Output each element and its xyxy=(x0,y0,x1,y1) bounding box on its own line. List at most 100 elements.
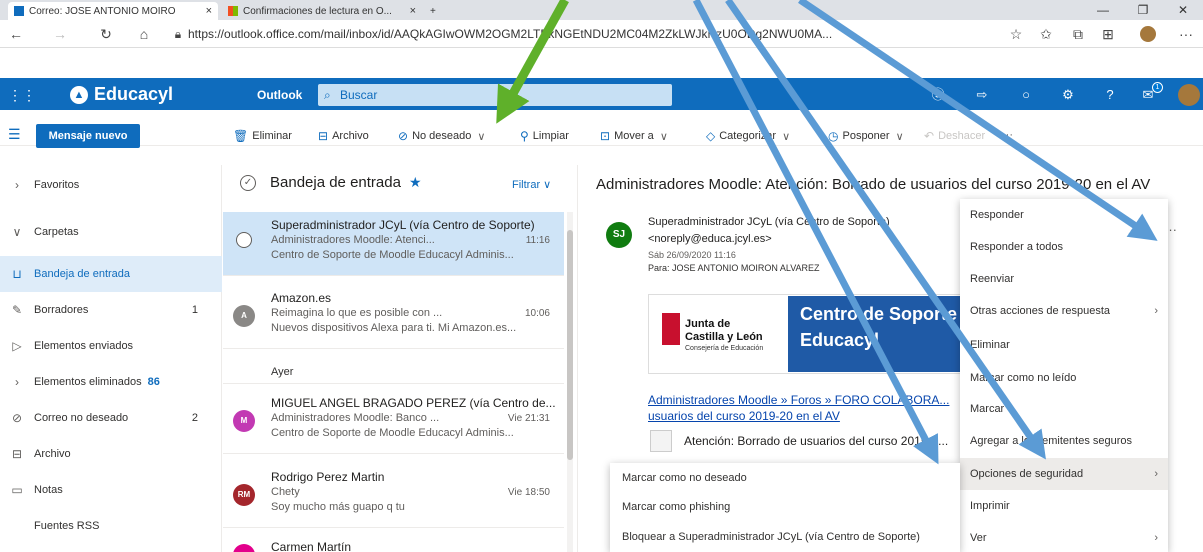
delete-button[interactable]: 🗑︎ Eliminar xyxy=(233,129,292,143)
chevron-down-icon: ∨ xyxy=(659,130,668,143)
day-group-header: Ayer xyxy=(223,360,564,384)
sidebar-item-archivo[interactable]: ⊟ Archivo xyxy=(0,436,222,472)
sender-avatar xyxy=(233,544,255,552)
menu-item-marcar-no-deseado[interactable]: Marcar como no deseado xyxy=(610,463,960,493)
close-tab-icon[interactable]: × xyxy=(206,5,212,17)
select-radio[interactable] xyxy=(236,232,252,248)
extensions-icon[interactable]: ⊞ xyxy=(1098,24,1118,44)
gear-icon[interactable]: ⚙ xyxy=(1058,86,1078,104)
banner-title: Centro de Soporte xyxy=(800,304,958,324)
menu-item-marcar[interactable]: Marcar xyxy=(960,393,1168,425)
message-time: Vie 21:31 xyxy=(507,413,550,424)
banner-org: Castilla y León xyxy=(685,331,763,343)
list-header: Bandeja de entrada ★ xyxy=(270,174,422,191)
sidebar-item-borradores[interactable]: ✎ Borradores 1 xyxy=(0,292,222,328)
sidebar-item-label: Bandeja de entrada xyxy=(34,268,131,280)
menu-item-eliminar[interactable]: Eliminar xyxy=(960,329,1168,361)
close-tab-icon[interactable]: × xyxy=(410,5,416,17)
sidebar-item-label: Carpetas xyxy=(34,226,79,238)
menu-item-responder-a-todos[interactable]: Responder a todos xyxy=(960,231,1168,263)
bell-icon[interactable]: ○ xyxy=(1016,86,1036,104)
app-launcher-icon[interactable]: ⋮⋮ xyxy=(8,86,36,104)
menu-item-bloquear[interactable]: Bloquear a Superadministrador JCyL (vía … xyxy=(610,522,960,552)
favorite-star-icon[interactable]: ★ xyxy=(409,174,422,191)
browser-menu-icon[interactable]: ··· xyxy=(1176,24,1196,44)
menu-item-opciones-seguridad[interactable]: Opciones de seguridad › xyxy=(960,458,1168,490)
sidebar-item-fuentes-rss[interactable]: Fuentes RSS xyxy=(0,508,222,544)
sweep-button[interactable]: ⚲ Limpiar xyxy=(520,129,569,143)
collections-icon[interactable]: ⧉ xyxy=(1068,24,1088,44)
message-sender: Amazon.es xyxy=(271,291,332,305)
sender-avatar: M xyxy=(233,410,255,432)
move-to-button[interactable]: ⊡ Mover a ∨ xyxy=(600,129,668,143)
list-scrollbar-thumb[interactable] xyxy=(567,230,573,460)
home-icon[interactable]: ⌂ xyxy=(134,24,154,44)
message-item[interactable]: Superadministrador JCyL (vía Centro de S… xyxy=(223,212,564,276)
new-message-button[interactable]: Mensaje nuevo xyxy=(36,124,140,148)
menu-item-imprimir[interactable]: Imprimir xyxy=(960,490,1168,522)
search-input[interactable]: ⌕ Buscar xyxy=(318,84,672,106)
menu-item-ver[interactable]: Ver › xyxy=(960,522,1168,552)
menu-item-otras-acciones[interactable]: Otras acciones de respuesta › xyxy=(960,295,1168,327)
snooze-button[interactable]: ◷ Posponer ∨ xyxy=(828,129,904,143)
skype-icon[interactable]: Ⓢ xyxy=(928,86,948,104)
search-icon: ⌕ xyxy=(324,88,331,102)
back-icon[interactable]: ← xyxy=(6,24,26,44)
profile-avatar[interactable] xyxy=(1140,26,1156,42)
refresh-icon[interactable]: ↻ xyxy=(96,24,116,44)
move-label: Mover a xyxy=(614,130,654,142)
more-commands-button[interactable]: ··· xyxy=(1002,129,1013,141)
message-item[interactable]: Carmen Martín xyxy=(223,536,564,552)
sidebar-item-elementos-enviados[interactable]: ▷ Elementos enviados xyxy=(0,328,222,364)
message-item[interactable]: A Amazon.es Reimagina lo que es posible … xyxy=(223,285,564,349)
categorize-button[interactable]: ◇ Categorizar ∨ xyxy=(706,129,790,143)
forum-breadcrumb-link[interactable]: Administradores Moodle » Foros » FORO CO… xyxy=(648,393,949,407)
menu-item-marcar-phishing[interactable]: Marcar como phishing xyxy=(610,492,960,522)
sidebar-item-correo-no-deseado[interactable]: ⊘ Correo no deseado 2 xyxy=(0,400,222,436)
close-window-button[interactable]: ✕ xyxy=(1163,0,1203,20)
menu-item-label: Ver xyxy=(970,532,987,544)
block-icon: ⊘ xyxy=(11,411,23,425)
forward-icon[interactable]: → xyxy=(50,24,70,44)
sidebar-item-elementos-eliminados[interactable]: › Elementos eliminados 86 xyxy=(0,364,222,400)
banner-org-sub: Consejería de Educación xyxy=(685,345,764,352)
message-item[interactable]: RM Rodrigo Perez Martin Chety Vie 18:50 … xyxy=(223,464,564,528)
folder-title: Bandeja de entrada xyxy=(270,174,401,191)
menu-item-reenviar[interactable]: Reenviar xyxy=(960,263,1168,295)
help-icon[interactable]: ? xyxy=(1100,86,1120,104)
message-item[interactable]: M MIGUEL ANGEL BRAGADO PEREZ (vía Centro… xyxy=(223,390,564,454)
archive-button[interactable]: ⊟ Archivo xyxy=(318,129,369,143)
message-preview: Nuevos dispositivos Alexa para ti. Mi Am… xyxy=(271,322,517,334)
undo-button[interactable]: ↶ Deshacer xyxy=(924,129,985,143)
menu-item-responder[interactable]: Responder xyxy=(960,199,1168,231)
message-time: Vie 18:50 xyxy=(507,487,550,498)
sender-avatar[interactable]: SJ xyxy=(606,222,632,248)
filter-button[interactable]: Filtrar ∨ xyxy=(512,178,551,191)
brand-logo[interactable]: ▲ Educacyl xyxy=(70,84,173,105)
hamburger-menu-icon[interactable]: ☰ xyxy=(8,126,21,143)
favorites-icon[interactable]: ✩ xyxy=(1036,24,1056,44)
user-avatar[interactable] xyxy=(1178,84,1200,106)
sidebar-item-bandeja-de-entrada[interactable]: ⊔ Bandeja de entrada xyxy=(0,256,222,292)
junk-button[interactable]: ⊘ No deseado ∨ xyxy=(398,129,485,143)
sidebar-item-carpetas[interactable]: ∨ Carpetas xyxy=(0,214,222,250)
add-favorite-icon[interactable]: ☆ xyxy=(1006,24,1026,44)
menu-item-marcar-no-leido[interactable]: Marcar como no leído xyxy=(960,362,1168,394)
menu-item-remitentes-seguros[interactable]: Agregar a los remitentes seguros xyxy=(960,425,1168,457)
sidebar-item-favoritos[interactable]: › Favoritos xyxy=(0,167,222,203)
sidebar-item-notas[interactable]: ▭ Notas xyxy=(0,472,222,508)
maximize-button[interactable]: ❐ xyxy=(1123,0,1163,20)
select-all-checkbox[interactable]: ✓ xyxy=(240,175,256,191)
pencil-icon: ✎ xyxy=(11,303,23,317)
minimize-button[interactable]: — xyxy=(1083,0,1123,20)
browser-tab-outlook[interactable]: Correo: JOSE ANTONIO MOIRO × xyxy=(8,2,218,20)
trash-icon: 🗑︎ xyxy=(233,129,249,143)
teams-icon[interactable]: ⇨ xyxy=(972,86,992,104)
tab-title: Confirmaciones de lectura en O... xyxy=(243,5,392,17)
sender-name[interactable]: Superadministrador JCyL (vía Centro de S… xyxy=(648,216,890,228)
url-field[interactable]: https://outlook.office.com/mail/inbox/id… xyxy=(188,24,958,44)
app-name[interactable]: Outlook xyxy=(257,88,302,102)
new-tab-button[interactable]: + xyxy=(426,2,446,20)
forum-topic-link[interactable]: usuarios del curso 2019-20 en el AV xyxy=(648,409,840,423)
browser-tab-confirmaciones[interactable]: Confirmaciones de lectura en O... × xyxy=(222,2,422,20)
